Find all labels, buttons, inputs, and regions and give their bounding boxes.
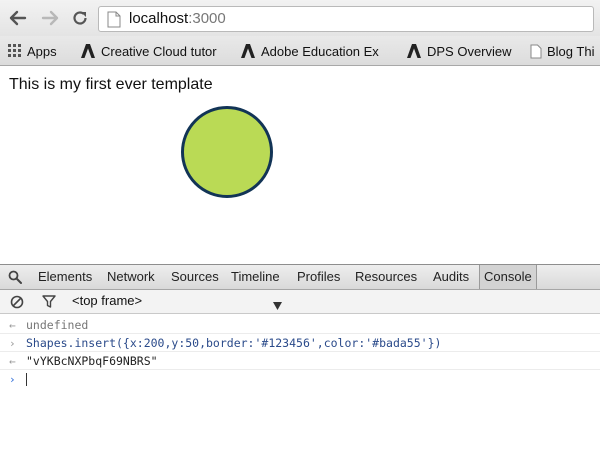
bookmark-dps-overview[interactable]: DPS Overview <box>406 42 512 60</box>
page-viewport: This is my first ever template <box>0 66 600 264</box>
forward-arrow-icon <box>41 10 59 26</box>
bookmark-label: DPS Overview <box>427 43 512 59</box>
url-text: localhost:3000 <box>129 10 226 27</box>
bookmark-label: Adobe Education Ex <box>261 43 379 59</box>
url-port: :3000 <box>188 10 226 27</box>
result-arrow-icon: ← <box>9 355 16 368</box>
console-log[interactable]: ← undefined › Shapes.insert({x:200,y:50,… <box>0 314 600 450</box>
adobe-logo-icon <box>80 43 96 59</box>
console-entry-text: Shapes.insert({x:200,y:50,border:'#12345… <box>26 336 442 350</box>
page-heading: This is my first ever template <box>9 76 213 93</box>
clear-console-icon[interactable] <box>10 295 24 314</box>
devtools-tab-bar: Elements Network Sources Timeline Profil… <box>0 264 600 290</box>
prompt-chevron-icon: › <box>9 373 16 386</box>
address-bar[interactable]: localhost:3000 <box>98 6 594 32</box>
console-toolbar: <top frame> <box>0 290 600 314</box>
reload-icon <box>73 11 87 25</box>
tab-timeline[interactable]: Timeline <box>231 265 280 289</box>
search-icon[interactable] <box>8 270 22 289</box>
console-entry: ← undefined <box>0 317 600 334</box>
console-entry: ← "vYKBcNXPbqF69NBRS" <box>0 353 600 370</box>
tab-network[interactable]: Network <box>107 265 155 289</box>
tab-sources[interactable]: Sources <box>171 265 219 289</box>
bookmark-label: Creative Cloud tutor <box>101 43 217 59</box>
text-cursor <box>26 373 27 386</box>
bookmark-label: Blog Thi <box>547 43 595 59</box>
adobe-logo-icon <box>406 43 422 59</box>
bookmark-label: Apps <box>27 43 57 59</box>
console-prompt[interactable]: › <box>0 371 600 388</box>
console-entry-text: undefined <box>26 318 89 332</box>
tab-resources[interactable]: Resources <box>355 265 417 289</box>
bookmark-adobe-education[interactable]: Adobe Education Ex <box>240 42 390 60</box>
filter-icon[interactable] <box>42 295 56 313</box>
shape-circle[interactable] <box>181 106 273 198</box>
reload-button[interactable] <box>70 8 90 28</box>
tab-audits[interactable]: Audits <box>433 265 469 289</box>
url-host: localhost <box>129 10 189 27</box>
bookmark-blog[interactable]: Blog Thi <box>530 42 600 60</box>
page-icon <box>530 44 542 59</box>
apps-grid-icon <box>8 44 22 58</box>
frame-select[interactable]: <top frame> <box>72 293 142 308</box>
input-chevron-icon: › <box>9 337 16 350</box>
tab-console[interactable]: Console <box>479 265 537 289</box>
bookmark-creative-cloud[interactable]: Creative Cloud tutor <box>80 42 230 60</box>
console-entry-text: "vYKBcNXPbqF69NBRS" <box>26 354 158 368</box>
dropdown-arrow-icon[interactable] <box>273 297 282 315</box>
browser-toolbar: localhost:3000 <box>0 0 600 36</box>
forward-button[interactable] <box>40 8 60 28</box>
bookmarks-bar: Apps Creative Cloud tutor Adobe Educatio… <box>0 36 600 66</box>
adobe-logo-icon <box>240 43 256 59</box>
page-icon <box>107 11 121 28</box>
tab-profiles[interactable]: Profiles <box>297 265 340 289</box>
back-arrow-icon <box>9 10 27 26</box>
bookmark-apps[interactable]: Apps <box>8 42 57 60</box>
back-button[interactable] <box>8 8 28 28</box>
result-arrow-icon: ← <box>9 319 16 332</box>
console-entry: › Shapes.insert({x:200,y:50,border:'#123… <box>0 335 600 352</box>
tab-elements[interactable]: Elements <box>38 265 92 289</box>
